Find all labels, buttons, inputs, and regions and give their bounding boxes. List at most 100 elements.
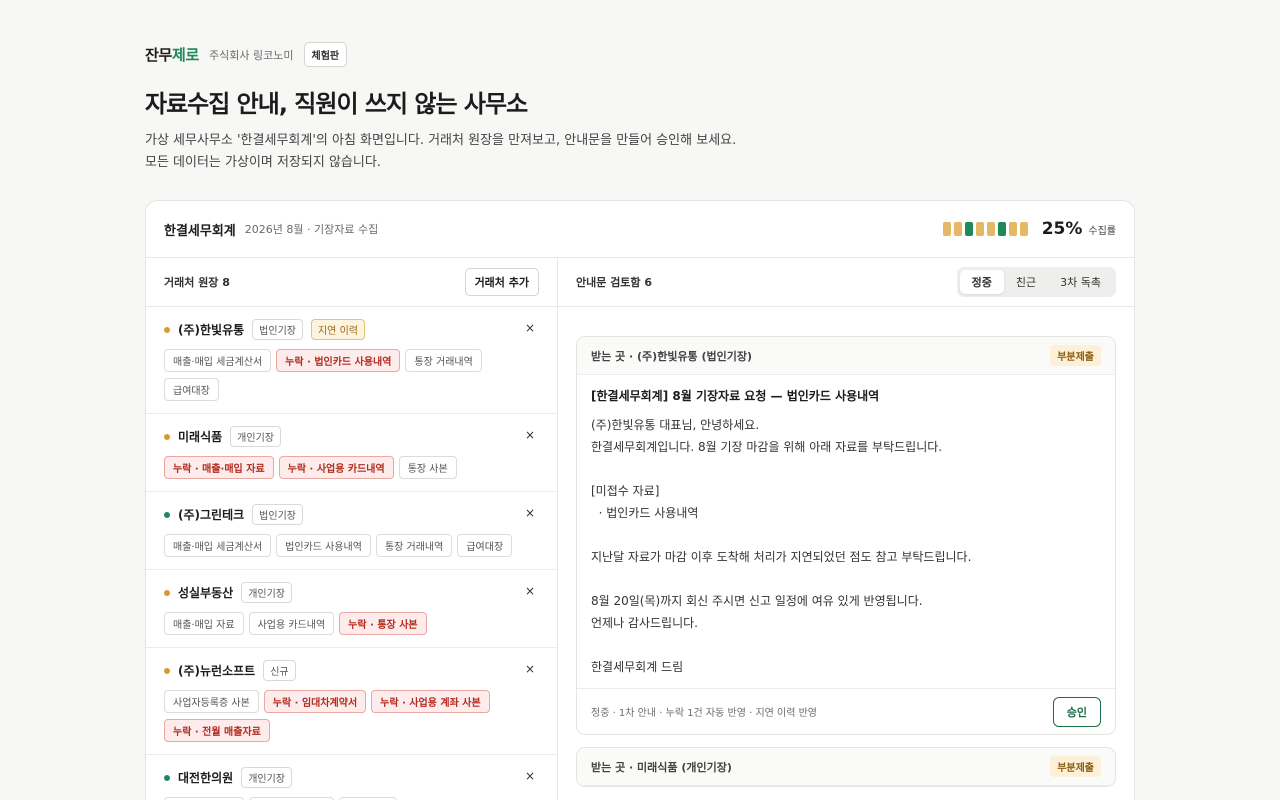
client-row[interactable]: 성실부동산 개인기장 × 매출·매입 자료 사업용 카드내역 누락 · 통장 사본 xyxy=(146,570,557,648)
intro-text: 가상 세무사무소 '한결세무회계'의 아침 화면입니다. 거래처 원장을 만져보… xyxy=(145,130,736,174)
client-tag: 지연 이력 xyxy=(310,319,365,340)
approve-button[interactable]: 승인 xyxy=(1052,696,1101,727)
document-chip[interactable]: 급여대장 xyxy=(164,378,219,401)
trial-badge: 체험판 xyxy=(303,42,348,67)
tone-option[interactable]: 친근 xyxy=(1004,270,1048,294)
status-dot xyxy=(164,433,170,440)
letter-line xyxy=(591,524,1101,546)
letter-header: 받는 곳 · 미래식품 (개인기장) 부분제출 xyxy=(577,748,1115,786)
letter-line xyxy=(591,458,1101,480)
letter-header: 받는 곳 · (주)한빛유통 (법인기장) 부분제출 xyxy=(577,337,1115,375)
missing-document-chip[interactable]: 누락 · 통장 사본 xyxy=(339,612,427,635)
client-row[interactable]: (주)한빛유통 법인기장 지연 이력 × 매출·매입 세금계산서 누락 · 법인카드 사용… xyxy=(146,307,557,414)
company-name: 주식회사 링코노미 xyxy=(209,48,294,62)
document-list: 누락 · 매출·매입 자료 누락 · 사업용 카드내역 통장 사본 xyxy=(164,456,539,479)
status-dot xyxy=(164,326,170,333)
document-chip[interactable]: 통장 사본 xyxy=(398,456,457,479)
missing-document-chip[interactable]: 누락 · 임대차계약서 xyxy=(263,690,367,713)
missing-document-chip[interactable]: 누락 · 전월 매출자료 xyxy=(164,719,270,742)
workspace-header: 한결세무회계 2026년 8월 · 기장자료 수집 25% 수집률 xyxy=(146,201,1134,258)
client-header: (주)뉴런소프트 신규 xyxy=(164,660,539,681)
client-row[interactable]: (주)그린테크 법인기장 × 매출·매입 세금계산서 법인카드 사용내역 통장 거래내역 급… xyxy=(146,492,557,570)
letter-line: 한결세무회계 드림 xyxy=(591,660,684,674)
status-badge: 부분제출 xyxy=(1050,756,1101,777)
logo-text-a: 잔무 xyxy=(145,46,173,64)
client-tag: 신규 xyxy=(263,660,296,681)
tone-option[interactable]: 3차 독촉 xyxy=(1048,270,1113,294)
client-tag: 법인기장 xyxy=(252,319,303,340)
logo-text-b: 제로 xyxy=(172,46,200,64)
document-list: 사업자등록증 사본 누락 · 임대차계약서 누락 · 사업용 계좌 사본누락 · 전… xyxy=(164,690,539,742)
letter-line: 한결세무회계입니다. 8월 기장 마감을 위해 아래 자료를 부탁드립니다. xyxy=(591,440,943,454)
letter-line: · 법인카드 사용내역 xyxy=(591,506,699,520)
close-icon[interactable]: × xyxy=(525,506,535,520)
ledger-panel: 거래처 원장 8 거래처 추가 (주)한빛유통 법인기장 지연 이력 × 매출·매입 세… xyxy=(146,258,558,800)
status-dot xyxy=(164,589,170,596)
workspace-columns: 거래처 원장 8 거래처 추가 (주)한빛유통 법인기장 지연 이력 × 매출·매입 세… xyxy=(146,258,1134,800)
close-icon[interactable]: × xyxy=(525,662,535,676)
period-label: 2026년 8월 · 기장자료 수집 xyxy=(244,223,379,236)
letter-recipient: 받는 곳 · (주)한빛유통 (법인기장) xyxy=(591,349,753,363)
client-name[interactable]: 성실부동산 xyxy=(178,584,233,601)
missing-document-chip[interactable]: 누락 · 사업용 계좌 사본 xyxy=(371,690,490,713)
firm-name: 한결세무회계 xyxy=(164,223,236,239)
client-row[interactable]: 미래식품 개인기장 × 누락 · 매출·매입 자료 누락 · 사업용 카드내역 통장 사본 xyxy=(146,414,557,492)
letter-text[interactable]: (주)한빛유통 대표님, 안녕하세요. 한결세무회계입니다. 8월 기장 마감을 … xyxy=(591,414,1101,678)
document-chip[interactable]: 매출·매입 자료 xyxy=(164,612,244,635)
letter-line: [미접수 자료] xyxy=(591,484,660,498)
meter-segment xyxy=(986,222,995,236)
missing-document-chip[interactable]: 누락 · 매출·매입 자료 xyxy=(164,456,274,479)
meter-segment xyxy=(1019,222,1028,236)
letter-line: 언제나 감사드립니다. xyxy=(591,616,698,630)
ledger-header: 거래처 원장 8 거래처 추가 xyxy=(146,258,557,307)
client-header: 성실부동산 개인기장 xyxy=(164,582,539,603)
document-list: 매출·매입 세금계산서 누락 · 법인카드 사용내역 통장 거래내역급여대장 xyxy=(164,349,539,401)
client-name[interactable]: (주)뉴런소프트 xyxy=(178,662,255,679)
letter-card: 받는 곳 · (주)한빛유통 (법인기장) 부분제출 [한결세무회계] 8월 기… xyxy=(576,336,1116,735)
meter-segment xyxy=(997,222,1006,236)
client-row[interactable]: (주)뉴런소프트 신규 × 사업자등록증 사본 누락 · 임대차계약서 누락 · 사업용 … xyxy=(146,648,557,755)
tone-option[interactable]: 정중 xyxy=(959,270,1004,294)
letter-recipient: 받는 곳 · 미래식품 (개인기장) xyxy=(591,760,732,774)
letter-line: (주)한빛유통 대표님, 안녕하세요. xyxy=(591,418,760,432)
document-chip[interactable]: 매출·매입 세금계산서 xyxy=(164,534,272,557)
document-chip[interactable]: 사업용 카드내역 xyxy=(248,612,335,635)
close-icon[interactable]: × xyxy=(525,321,535,335)
document-chip[interactable]: 매출·매입 세금계산서 xyxy=(164,349,272,372)
document-chip[interactable]: 사업자등록증 사본 xyxy=(164,690,259,713)
client-name[interactable]: (주)한빛유통 xyxy=(178,321,244,338)
page-title: 자료수집 안내, 직원이 쓰지 않는 사무소 xyxy=(145,90,528,118)
close-icon[interactable]: × xyxy=(525,584,535,598)
review-header: 안내문 검토함 6 정중 친근 3차 독촉 xyxy=(558,258,1134,307)
client-name[interactable]: (주)그린테크 xyxy=(178,506,244,523)
letter-line: 8월 20일(목)까지 회신 주시면 신고 일정에 여유 있게 반영됩니다. xyxy=(591,594,923,608)
logo[interactable]: 잔무제로 xyxy=(145,44,199,65)
client-name[interactable]: 대전한의원 xyxy=(178,769,233,786)
close-icon[interactable]: × xyxy=(525,769,535,783)
status-dot xyxy=(164,774,170,781)
tone-selector: 정중 친근 3차 독촉 xyxy=(956,267,1116,297)
meter-segment xyxy=(942,222,951,236)
collection-percent: 25% xyxy=(1041,219,1083,239)
letter-line xyxy=(591,634,1101,656)
document-chip[interactable]: 통장 거래내역 xyxy=(375,534,453,557)
client-row[interactable]: 대전한의원개인기장×매출·매입 자료사업용 카드내역통장 사본 xyxy=(146,755,557,800)
document-chip[interactable]: 법인카드 사용내역 xyxy=(276,534,371,557)
letter-line: 지난달 자료가 마감 이후 도착해 처리가 지연되었던 점도 참고 부탁드립니다… xyxy=(591,550,972,564)
letter-footer: 정중 · 1차 안내 · 누락 1건 자동 반영 · 지연 이력 반영 승인 xyxy=(577,688,1115,734)
client-header: (주)한빛유통 법인기장 지연 이력 xyxy=(164,319,539,340)
document-chip[interactable]: 통장 거래내역 xyxy=(405,349,482,372)
meter-segment xyxy=(964,222,973,236)
letter-body: [한결세무회계] 8월 기장자료 요청 — 법인카드 사용내역 (주)한빛유통 … xyxy=(577,375,1115,688)
letter-subject: [한결세무회계] 8월 기장자료 요청 — 법인카드 사용내역 xyxy=(591,389,880,403)
missing-document-chip[interactable]: 누락 · 법인카드 사용내역 xyxy=(276,349,401,372)
missing-document-chip[interactable]: 누락 · 사업용 카드내역 xyxy=(278,456,394,479)
document-chip[interactable]: 급여대장 xyxy=(457,534,513,557)
page: 잔무제로 주식회사 링코노미 체험판 자료수집 안내, 직원이 쓰지 않는 사무… xyxy=(0,0,1280,800)
close-icon[interactable]: × xyxy=(525,428,535,442)
client-header: 대전한의원 개인기장 xyxy=(164,767,539,788)
client-name[interactable]: 미래식품 xyxy=(178,428,222,445)
workspace-card: 한결세무회계 2026년 8월 · 기장자료 수집 25% 수집률 거래처 원장… xyxy=(145,200,1135,800)
status-dot xyxy=(164,667,170,674)
add-client-button[interactable]: 거래처 추가 xyxy=(464,268,539,296)
